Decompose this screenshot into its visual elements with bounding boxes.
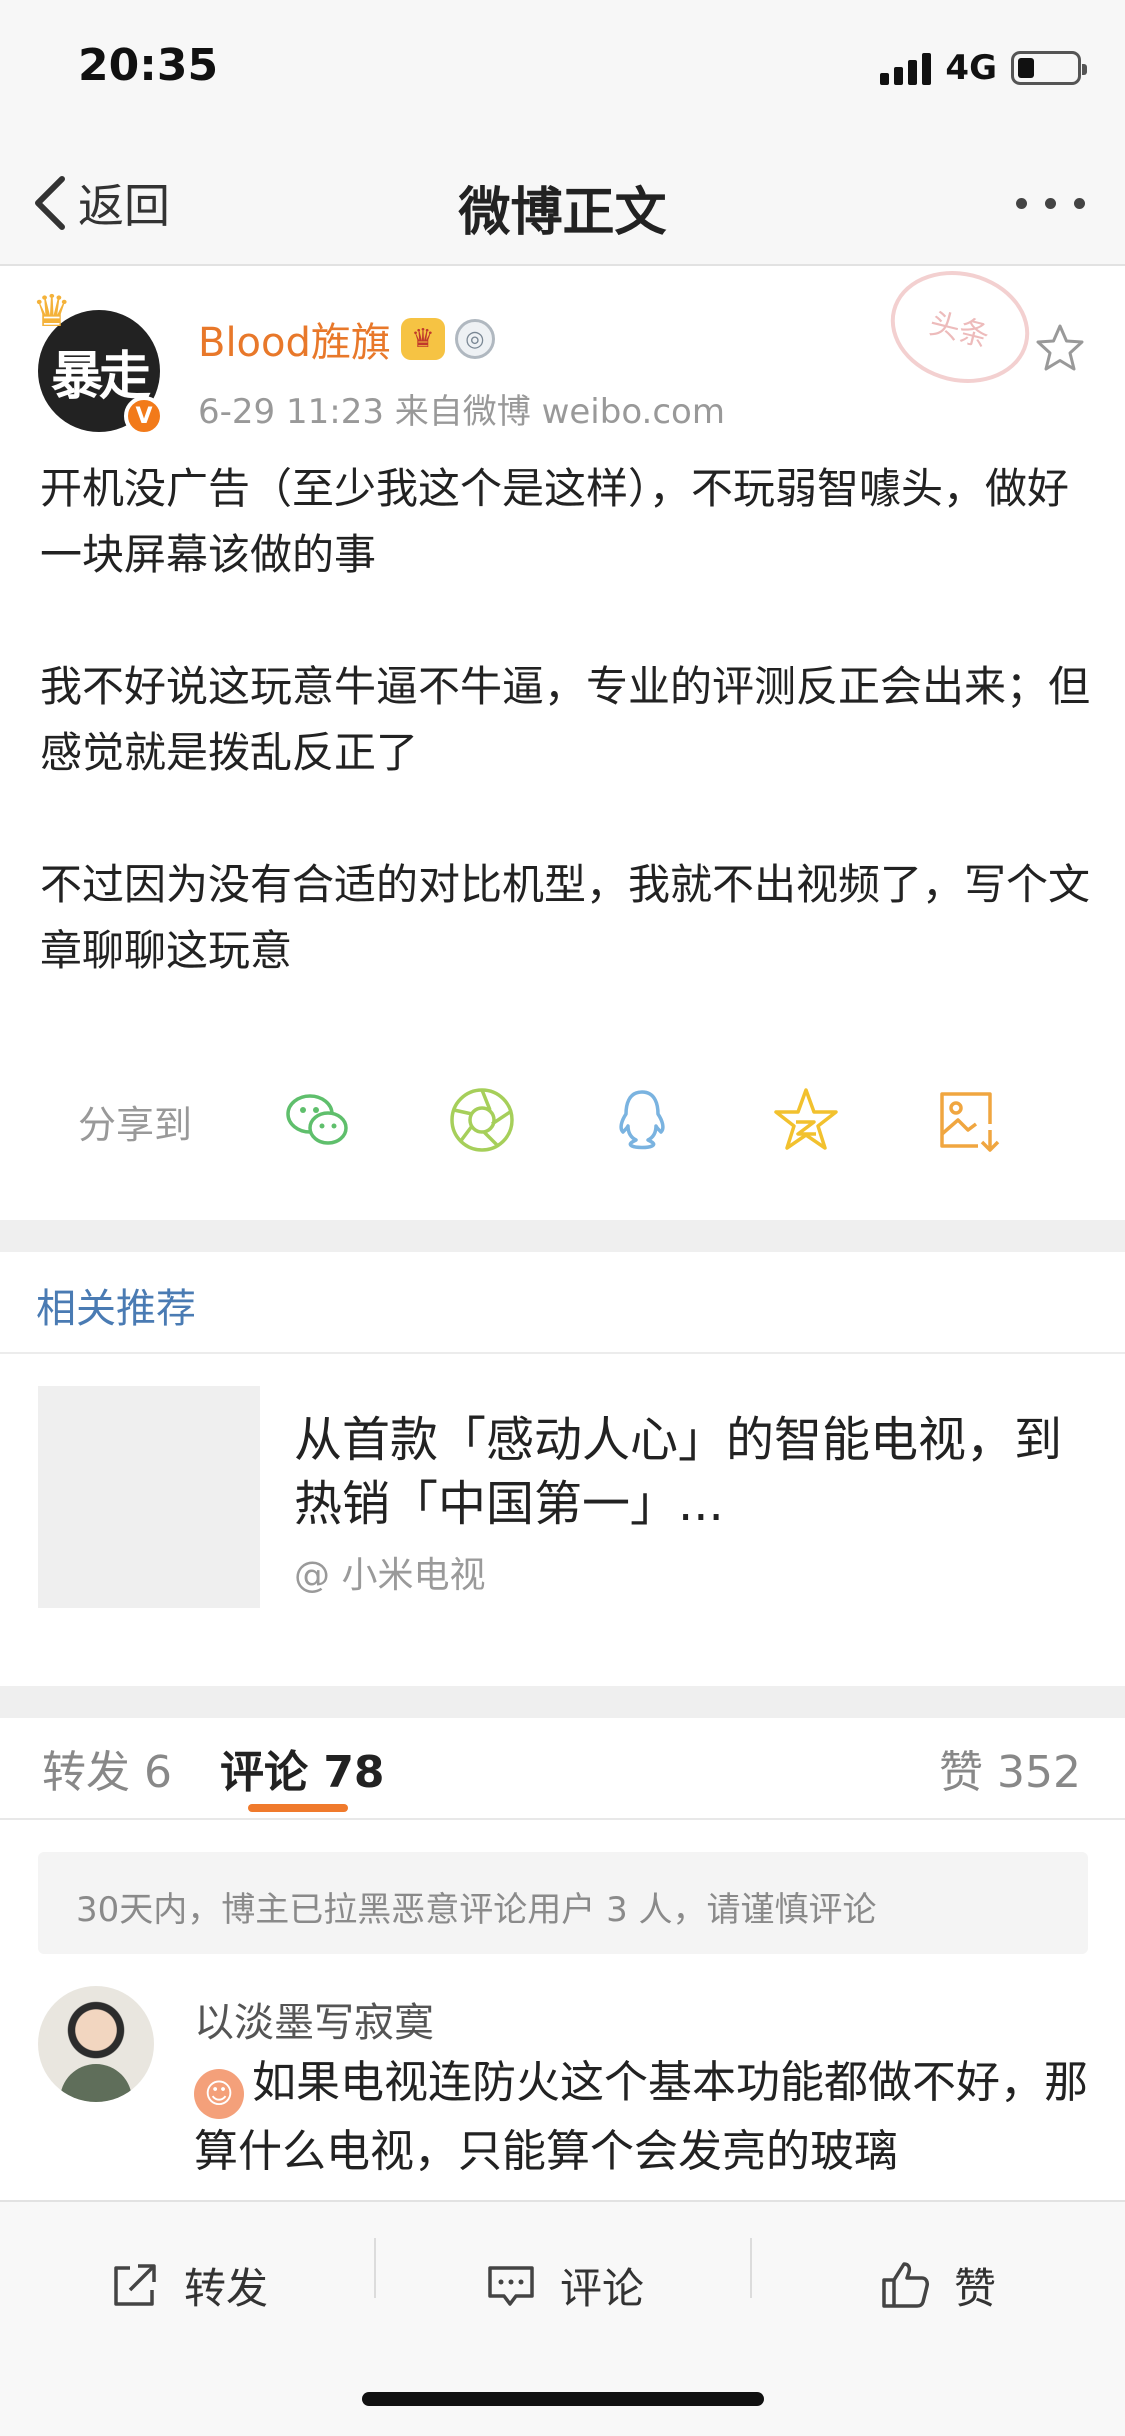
- toolbar-separator: [374, 2238, 376, 2298]
- weibo-post: 暴走 ♛ V Blood旌旗 ♛ ◎ 6-29 11:23 来自微博 weibo…: [0, 256, 1125, 1220]
- commenter-avatar[interactable]: [38, 1986, 154, 2102]
- tab-like[interactable]: 赞 352: [939, 1736, 1081, 1800]
- more-dot-icon: [1016, 197, 1027, 209]
- status-indicators: 4G: [880, 48, 1087, 88]
- qq-icon[interactable]: [606, 1084, 678, 1156]
- comment-body: 如果电视连防火这个基本功能都做不好，那算什么电视，只能算个会发亮的玻璃: [194, 2057, 1088, 2177]
- recommendation-source: @ 小米电视: [294, 1555, 486, 1596]
- favorite-star-icon[interactable]: [1034, 322, 1086, 374]
- more-dot-icon: [1074, 197, 1085, 209]
- crown-icon: ♛: [32, 286, 72, 337]
- post-paragraph: 开机没广告（至少我这个是这样），不玩弱智噱头，做好一块屏幕该做的事: [40, 464, 1070, 579]
- notice-text: 30天内，博主已拉黑恶意评论用户 3 人，请谨慎评论: [76, 1890, 877, 1930]
- like-label: 赞: [954, 2263, 997, 2313]
- chevron-left-icon: [35, 176, 65, 230]
- like-button[interactable]: 赞: [878, 2250, 996, 2320]
- author-avatar[interactable]: 暴走 ♛ V: [32, 286, 164, 436]
- comment-notice: 30天内，博主已拉黑恶意评论用户 3 人，请谨慎评论: [38, 1852, 1088, 1954]
- more-options-button[interactable]: [1016, 188, 1085, 218]
- tab-comment[interactable]: 评论 78: [220, 1736, 385, 1800]
- comment-item: 以淡墨写寂寞 ☺ 如果电视连防火这个基本功能都做不好，那算什么电视，只能算个会发亮…: [0, 1980, 1125, 2200]
- moments-icon[interactable]: [446, 1084, 518, 1156]
- vip-crown-icon[interactable]: ♛: [400, 318, 445, 360]
- section-divider: [0, 1220, 1125, 1252]
- tab-repost[interactable]: 转发 6: [42, 1736, 172, 1800]
- share-label: 分享到: [78, 1103, 193, 1147]
- active-tab-indicator: [248, 1804, 348, 1812]
- back-button[interactable]: 返回: [30, 168, 170, 238]
- share-arrow-icon: [114, 2264, 156, 2306]
- network-type: 4G: [945, 48, 997, 88]
- section-title: 相关推荐: [36, 1286, 196, 1332]
- author-name[interactable]: Blood旌旗: [198, 310, 391, 368]
- post-meta: 6-29 11:23 来自微博 weibo.com: [198, 392, 725, 432]
- medal-icon[interactable]: ◎: [454, 319, 495, 359]
- author-row: Blood旌旗 ♛ ◎: [198, 310, 495, 368]
- divider: [0, 1352, 1125, 1354]
- comment-label: 评论: [560, 2263, 645, 2313]
- status-bar: 20:35 4G: [0, 0, 1125, 140]
- navigation-bar: 返回 微博正文: [0, 140, 1125, 266]
- home-indicator: [362, 2392, 764, 2406]
- share-bar: 分享到: [0, 1066, 1125, 1166]
- recommendation-card[interactable]: 从首款「感动人心」的智能电视，到热销「中国第一」... @ 小米电视: [38, 1386, 1088, 1608]
- qzone-icon[interactable]: [770, 1084, 842, 1156]
- repost-label: 转发: [184, 2263, 269, 2313]
- post-paragraph: 不过因为没有合适的对比机型，我就不出视频了，写个文章聊聊这玩意: [40, 860, 1091, 975]
- toolbar-separator: [750, 2238, 752, 2298]
- interaction-tabs: 转发 6 评论 78 赞 352: [0, 1718, 1125, 1820]
- battery-icon: [1011, 51, 1087, 85]
- related-recommendations: 相关推荐 从首款「感动人心」的智能电视，到热销「中国第一」... @ 小米电视: [0, 1252, 1125, 1686]
- thumbs-up-icon: [882, 2262, 929, 2308]
- save-image-icon[interactable]: [932, 1084, 1004, 1156]
- status-time: 20:35: [78, 40, 219, 91]
- comment-button[interactable]: 评论: [484, 2250, 644, 2320]
- repost-button[interactable]: 转发: [108, 2250, 268, 2320]
- commenter-name[interactable]: 以淡墨写寂寞: [194, 1990, 434, 2048]
- comment-bubble-icon: [488, 2266, 534, 2306]
- back-label: 返回: [78, 179, 170, 233]
- recommendation-thumbnail: [38, 1386, 260, 1608]
- wechat-icon[interactable]: [282, 1084, 354, 1156]
- signal-icon: [880, 51, 932, 85]
- section-divider: [0, 1686, 1125, 1718]
- verified-badge: V: [124, 396, 164, 436]
- recommendation-headline: 从首款「感动人心」的智能电视，到热销「中国第一」...: [294, 1412, 1063, 1532]
- more-dot-icon: [1045, 197, 1056, 209]
- headline-stamp: 头条: [878, 256, 1042, 398]
- comment-text: ☺ 如果电视连防火这个基本功能都做不好，那算什么电视，只能算个会发亮的玻璃: [194, 2050, 1094, 2185]
- post-body: 开机没广告（至少我这个是这样），不玩弱智噱头，做好一块屏幕该做的事 我不好说这玩…: [40, 456, 1090, 1050]
- laughing-emoji-icon: ☺: [194, 2069, 244, 2119]
- post-paragraph: 我不好说这玩意牛逼不牛逼，专业的评测反正会出来；但感觉就是拨乱反正了: [40, 662, 1091, 777]
